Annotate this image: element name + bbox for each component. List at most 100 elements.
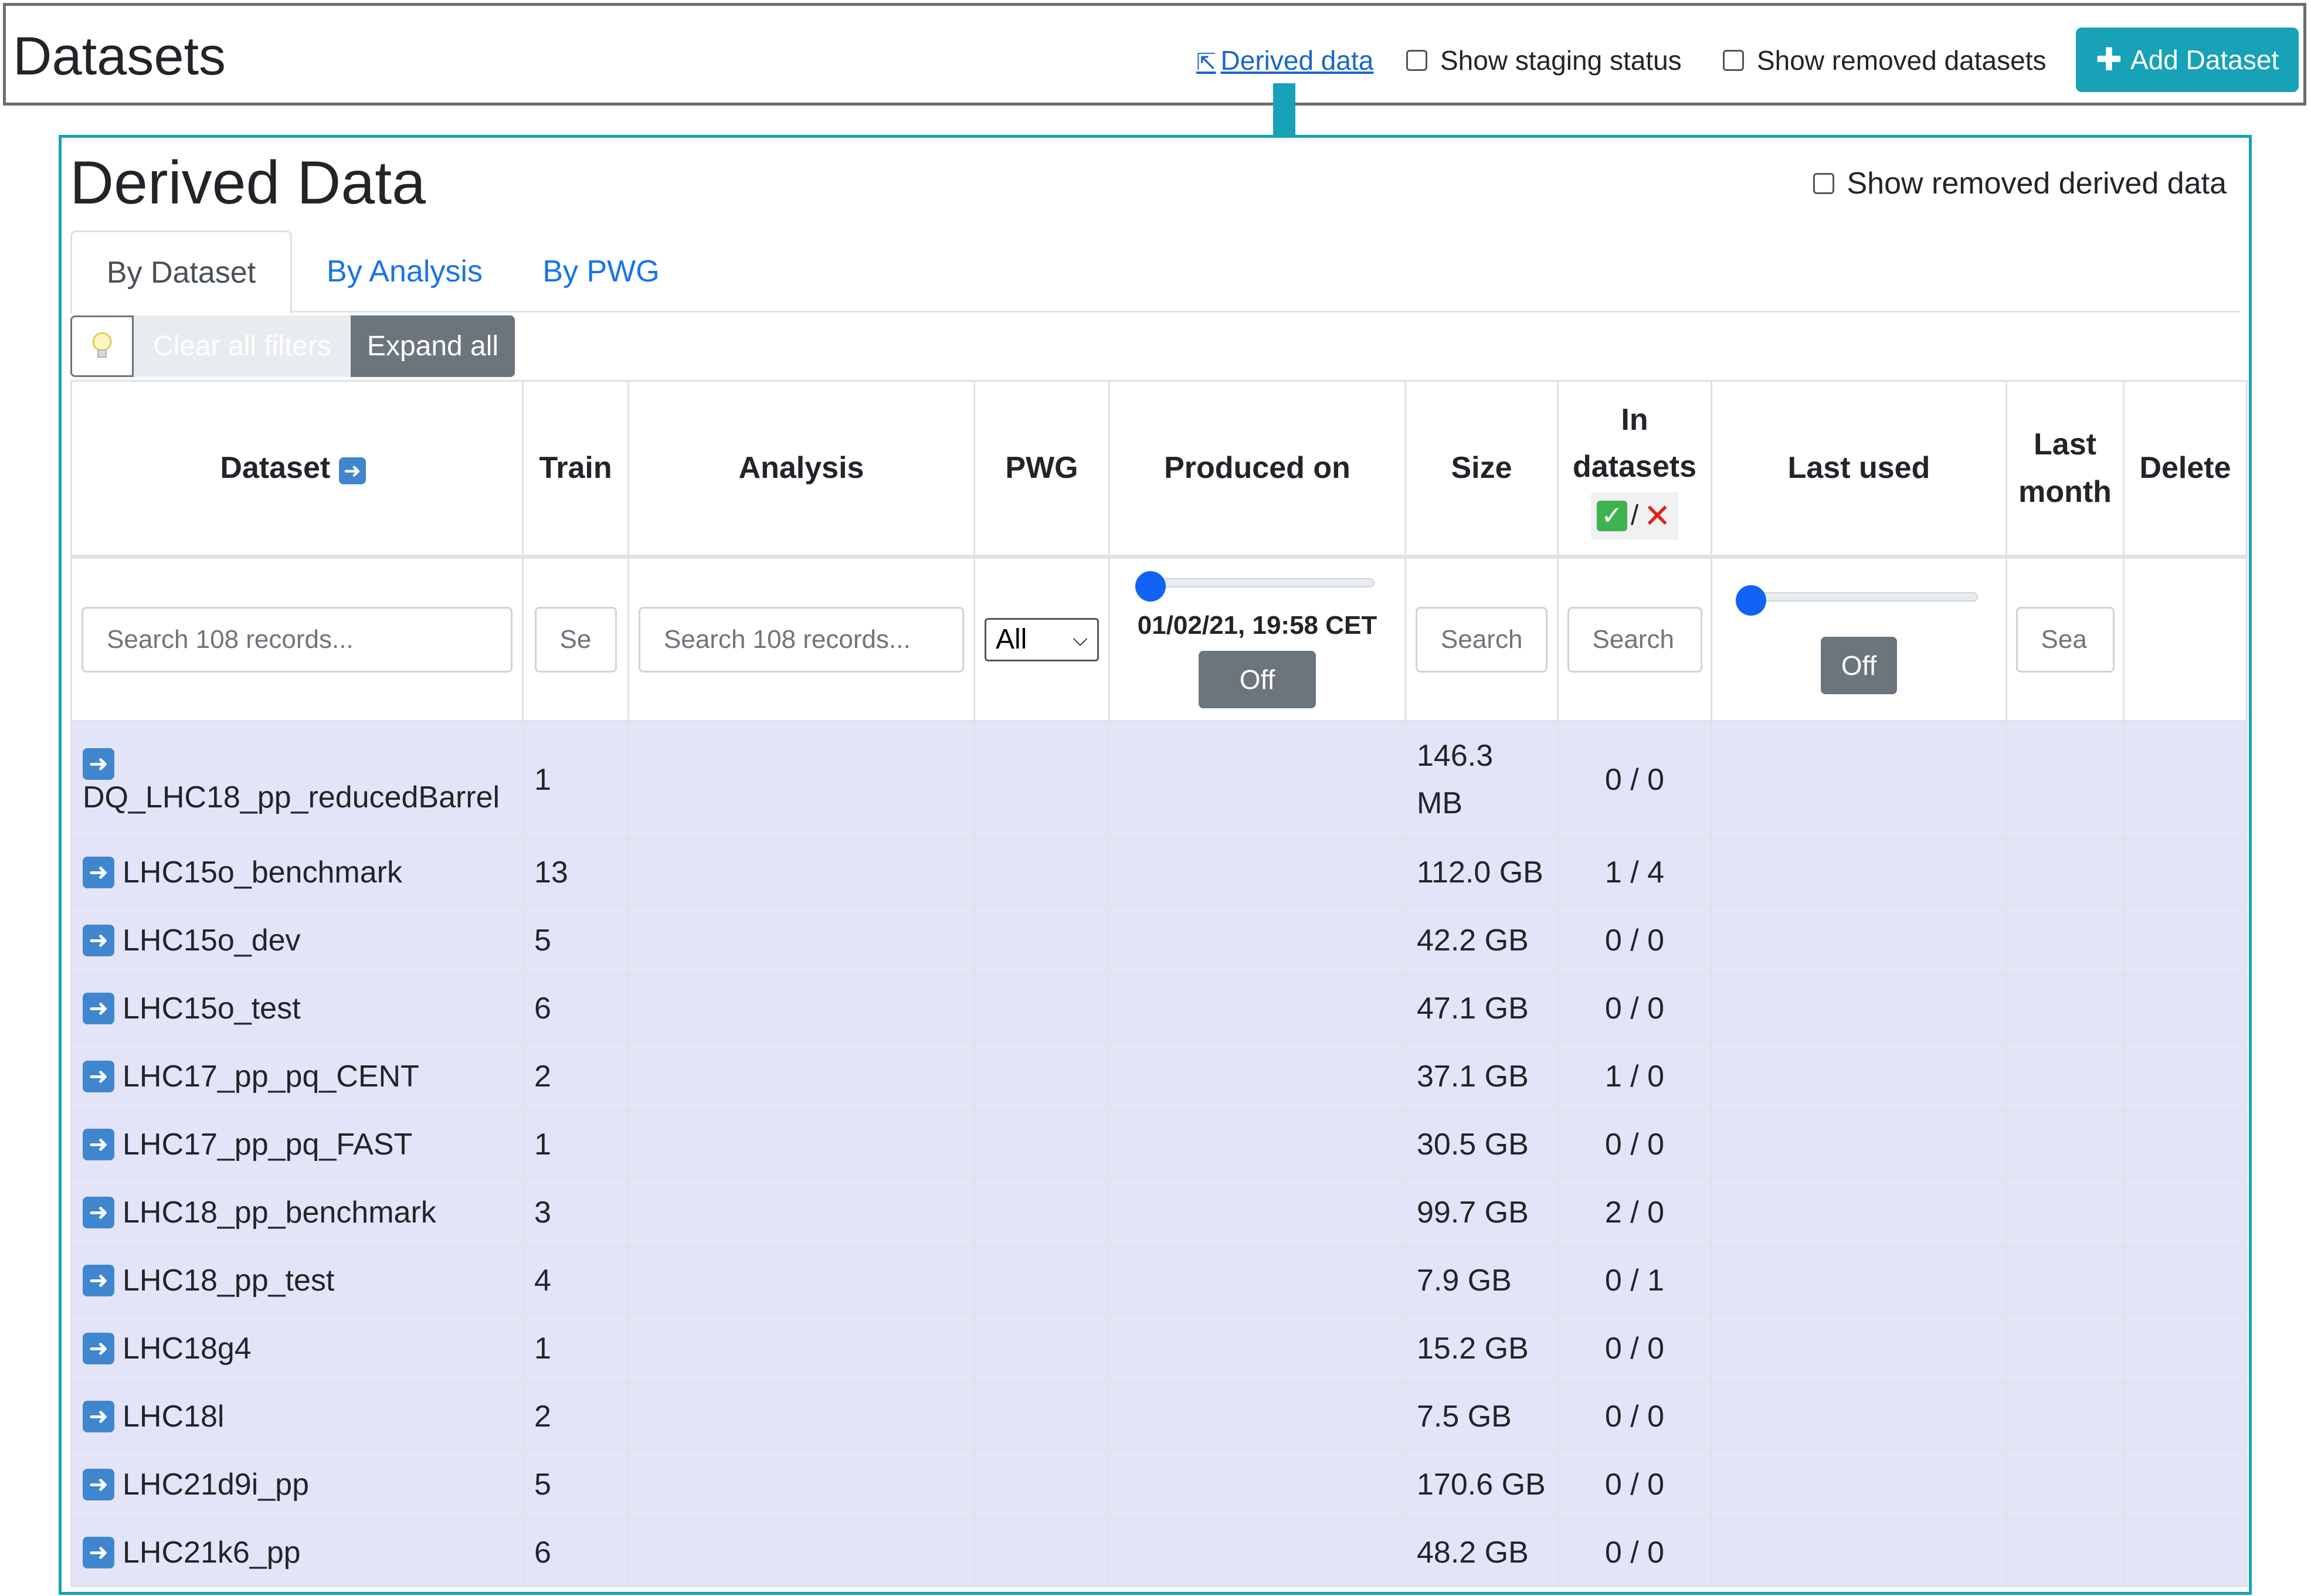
dataset-cell[interactable]: ➜ LHC15o_benchmark [70, 837, 524, 907]
table-row[interactable]: ➜ LHC18g4 1 15.2 GB 0 / 0 [70, 1313, 2248, 1383]
col-analysis[interactable]: Analysis [627, 380, 975, 559]
table-row[interactable]: ➜ LHC17_pp_pq_FAST 1 30.5 GB 0 / 0 [70, 1109, 2248, 1179]
slider-handle[interactable] [1735, 585, 1766, 616]
table-row[interactable]: ➜ LHC21d9i_pp 5 170.6 GB 0 / 0 [70, 1449, 2248, 1519]
table-row[interactable]: ➜ LHC18_pp_test 4 7.9 GB 0 / 1 [70, 1245, 2248, 1315]
produced-on-cell [1108, 973, 1406, 1043]
tab-by-dataset[interactable]: By Dataset [70, 230, 292, 314]
show-removed-derived-toggle[interactable]: Show removed derived data [1813, 166, 2227, 201]
produced-on-cell [1108, 1313, 1406, 1383]
col-size[interactable]: Size [1404, 380, 1559, 559]
train-cell: 1 [522, 1109, 629, 1179]
dataset-cell[interactable]: ➜ DQ_LHC18_pp_reducedBarrel [70, 720, 524, 839]
produced-on-toggle[interactable]: Off [1199, 650, 1316, 708]
last-month-filter-input[interactable]: Sea [2015, 606, 2115, 673]
show-removed-derived-checkbox[interactable] [1813, 173, 1834, 194]
col-dataset[interactable]: Dataset ➜ [70, 380, 524, 559]
analysis-cell [627, 1381, 975, 1451]
lightbulb-icon [92, 332, 112, 358]
dataset-filter-input[interactable]: Search 108 records... [82, 606, 513, 673]
arrow-right-icon: ➜ [83, 924, 114, 956]
show-staging-status-checkbox[interactable] [1406, 50, 1427, 71]
analysis-cell [627, 837, 975, 907]
last-month-cell [2005, 1245, 2125, 1315]
dataset-cell[interactable]: ➜ LHC18_pp_test [70, 1245, 524, 1315]
produced-on-slider[interactable] [1135, 571, 1375, 602]
produced-on-cell [1108, 1449, 1406, 1519]
col-in-datasets[interactable]: In datasets ✓ / ✕ [1557, 380, 1712, 559]
col-last-month-label-2: month [2018, 474, 2112, 509]
col-train[interactable]: Train [522, 380, 629, 559]
size-cell: 37.1 GB [1404, 1041, 1559, 1111]
dataset-name: LHC18_pp_benchmark [123, 1195, 436, 1230]
expand-all-button[interactable]: Expand all [351, 315, 515, 377]
hint-button[interactable] [70, 315, 134, 377]
dataset-name: LHC17_pp_pq_FAST [123, 1127, 413, 1162]
col-dataset-label: Dataset [220, 451, 331, 485]
size-cell: 7.5 GB [1404, 1381, 1559, 1451]
in-datasets-cell: 0 / 0 [1557, 905, 1712, 975]
last-month-cell [2005, 1313, 2125, 1383]
col-pwg[interactable]: PWG [973, 380, 1110, 559]
show-removed-datasets-label: Show removed datasets [1757, 45, 2047, 76]
dataset-cell[interactable]: ➜ LHC18l [70, 1381, 524, 1451]
analysis-cell [627, 1313, 975, 1383]
derived-data-table: Dataset ➜ Train Analysis PWG Produced on… [70, 380, 2248, 1587]
arrow-right-icon: ➜ [83, 1400, 114, 1432]
tab-by-analysis[interactable]: By Analysis [305, 230, 504, 313]
last-month-cell [2005, 1381, 2125, 1451]
dataset-cell[interactable]: ➜ LHC17_pp_pq_FAST [70, 1109, 524, 1179]
last-used-slider[interactable] [1735, 585, 1978, 616]
col-produced-on[interactable]: Produced on [1108, 380, 1406, 559]
external-link-icon: ⇱ [1196, 49, 1216, 75]
arrow-right-icon: ➜ [83, 1468, 114, 1500]
show-removed-datasets-checkbox[interactable] [1723, 50, 1744, 71]
train-cell: 1 [522, 720, 629, 839]
slider-handle[interactable] [1135, 571, 1166, 602]
table-row[interactable]: ➜ LHC21k6_pp 6 48.2 GB 0 / 0 [70, 1517, 2248, 1587]
last-used-cell [1711, 1245, 2007, 1315]
delete-cell [2123, 905, 2248, 975]
dataset-cell[interactable]: ➜ LHC17_pp_pq_CENT [70, 1041, 524, 1111]
train-filter-input[interactable]: Se [534, 606, 617, 673]
col-delete[interactable]: Delete [2123, 380, 2248, 559]
tab-by-pwg[interactable]: By PWG [522, 230, 680, 313]
clear-all-filters-button[interactable]: Clear all filters [134, 315, 351, 377]
analysis-cell [627, 973, 975, 1043]
derived-data-link[interactable]: ⇱ Derived data [1196, 47, 1373, 74]
last-month-cell [2005, 720, 2125, 839]
produced-on-cell [1108, 720, 1406, 839]
delete-cell [2123, 973, 2248, 1043]
col-last-month[interactable]: Last month [2005, 380, 2125, 559]
produced-on-date: 01/02/21, 19:58 CET [1137, 610, 1377, 640]
train-cell: 5 [522, 905, 629, 975]
table-row[interactable]: ➜ LHC15o_test 6 47.1 GB 0 / 0 [70, 973, 2248, 1043]
pwg-cell [973, 1041, 1110, 1111]
table-row[interactable]: ➜ LHC15o_benchmark 13 112.0 GB 1 / 4 [70, 837, 2248, 907]
produced-on-cell [1108, 905, 1406, 975]
in-datasets-filter-input[interactable]: Search [1567, 606, 1702, 673]
col-last-month-label-1: Last [2034, 427, 2096, 461]
table-row[interactable]: ➜ LHC15o_dev 5 42.2 GB 0 / 0 [70, 905, 2248, 975]
dataset-cell[interactable]: ➜ LHC21d9i_pp [70, 1449, 524, 1519]
table-row[interactable]: ➜ LHC18_pp_benchmark 3 99.7 GB 2 / 0 [70, 1177, 2248, 1247]
show-staging-status-toggle[interactable]: Show staging status [1406, 47, 1682, 74]
dataset-cell[interactable]: ➜ LHC15o_test [70, 973, 524, 1043]
last-used-cell [1711, 1109, 2007, 1179]
pwg-filter-select[interactable]: All ⌵ [985, 617, 1099, 661]
show-removed-datasets-toggle[interactable]: Show removed datasets [1723, 47, 2047, 74]
dataset-cell[interactable]: ➜ LHC18_pp_benchmark [70, 1177, 524, 1247]
table-row[interactable]: ➜ LHC18l 2 7.5 GB 0 / 0 [70, 1381, 2248, 1451]
analysis-filter-input[interactable]: Search 108 records... [639, 606, 964, 673]
add-dataset-button[interactable]: ✚ Add Dataset [2076, 28, 2299, 92]
table-row[interactable]: ➜ LHC17_pp_pq_CENT 2 37.1 GB 1 / 0 [70, 1041, 2248, 1111]
size-filter-input[interactable]: Search [1416, 606, 1548, 673]
last-used-toggle[interactable]: Off [1821, 636, 1897, 694]
dataset-cell[interactable]: ➜ LHC18g4 [70, 1313, 524, 1383]
col-last-used[interactable]: Last used [1711, 380, 2007, 559]
dataset-name: LHC21k6_pp [123, 1535, 301, 1570]
dataset-cell[interactable]: ➜ LHC15o_dev [70, 905, 524, 975]
arrow-right-icon: ➜ [83, 1196, 114, 1228]
table-row[interactable]: ➜ DQ_LHC18_pp_reducedBarrel 1 146.3 MB 0… [70, 720, 2248, 839]
dataset-cell[interactable]: ➜ LHC21k6_pp [70, 1517, 524, 1587]
